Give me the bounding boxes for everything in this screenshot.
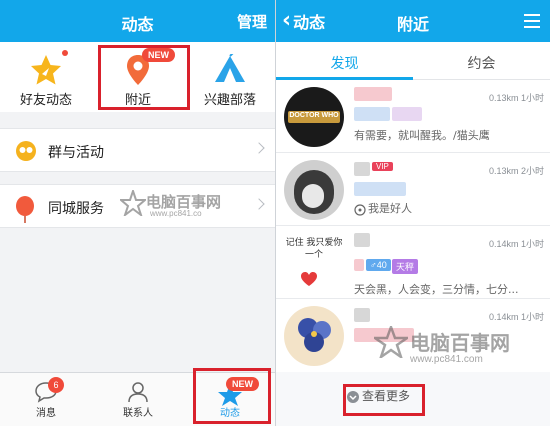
tab-messages-label: 消息 [36, 408, 56, 419]
active-tab-indicator [276, 77, 413, 80]
vip-badge: VIP [372, 162, 393, 171]
friend-feed-label: 好友动态 [19, 93, 72, 108]
list-item[interactable]: DOCTOR WHO 0.13km 1小时 有需要，就叫醒我。/猫头鹰 [276, 81, 550, 153]
watermark-url: www.pc841.co [150, 209, 202, 218]
distance-time: 0.14km 1小时 [488, 312, 544, 322]
watermark-star-icon [118, 187, 148, 220]
blurred-nickname [354, 87, 392, 101]
group-activity-icon [14, 140, 38, 166]
avatar-text: DOCTOR WHO [289, 112, 339, 119]
signature: 我是好人 [368, 202, 412, 215]
watermark-url: www.pc841.com [410, 354, 483, 365]
tab-discover[interactable]: 发现 [276, 53, 413, 73]
distance-time: 0.13km 2小时 [488, 166, 544, 176]
page-title: 动态 [121, 15, 154, 34]
right-header: ‹ 动态 附近 [276, 0, 550, 42]
status-icon [354, 201, 366, 220]
tab-contacts-label: 联系人 [123, 408, 153, 419]
distance-time: 0.13km 1小时 [488, 93, 544, 103]
highlight-box-load-more [343, 384, 425, 416]
interest-tribe-label: 兴趣部落 [203, 93, 256, 108]
distance-time: 0.14km 1小时 [488, 239, 544, 249]
blurred-tag [354, 182, 406, 196]
avatar [284, 306, 344, 366]
avatar [284, 160, 344, 220]
new-dot [62, 50, 68, 56]
tab-dating[interactable]: 约会 [413, 53, 550, 73]
chevron-right-icon [253, 198, 265, 210]
blurred-tag [354, 107, 390, 121]
unread-count-badge: 6 [48, 377, 64, 393]
highlight-box-nearby [98, 45, 190, 110]
avatar: DOCTOR WHO [284, 87, 344, 147]
left-header: 动态 管理 [0, 0, 275, 42]
tab-messages[interactable]: 6 消息 [0, 373, 92, 426]
watermark-title: 电脑百事网 [410, 331, 510, 355]
segment-tabs: 发现 约会 [276, 42, 550, 80]
avatar: 记住 我只爱你一个 [284, 233, 344, 293]
group-activity-label: 群与活动 [48, 145, 104, 161]
blurred-nickname [354, 162, 370, 176]
group-activity-row[interactable]: 群与活动 [0, 128, 275, 172]
manage-button[interactable]: 管理 [237, 11, 267, 32]
chevron-right-icon [253, 142, 265, 154]
watermark-star-icon [371, 323, 411, 362]
local-service-balloon-icon [14, 196, 36, 228]
page-title: 附近 [396, 15, 429, 34]
list-item[interactable]: 记住 我只爱你一个 ♂40 天秤 0.14km 1小时 天会黑，人会变，三分情，… [276, 227, 550, 299]
interest-tribe-button[interactable]: 兴趣部落 [184, 42, 275, 112]
list-item[interactable]: VIP 0.13km 2小时 我是好人 [276, 154, 550, 226]
tribe-tent-icon [213, 51, 247, 90]
right-screen: ‹ 动态 附近 发现 约会 DOCTOR WHO 0.13km 1小时 有需要，… [276, 0, 550, 426]
friend-feed-star-icon [29, 54, 63, 90]
friend-feed-button[interactable]: 好友动态 [0, 42, 92, 112]
blurred-nickname [354, 233, 370, 247]
tab-contacts[interactable]: 联系人 [92, 373, 184, 426]
avatar-text: 记住 我只爱你一个 [285, 238, 343, 260]
blurred-tag [392, 107, 422, 121]
left-screen: 动态 管理 好友动态 NEW 附近 兴趣部落 群与活动 同城服务 电脑百事网 w… [0, 0, 275, 426]
local-service-label: 同城服务 [48, 201, 104, 217]
gender-age-tag: ♂40 [366, 259, 391, 271]
signature: 天会黑，人会变，三分情，七分... [354, 283, 519, 296]
blurred-tag [354, 259, 364, 271]
zodiac-tag: 天秤 [392, 259, 419, 274]
blurred-nickname [354, 308, 370, 322]
highlight-box-feed-tab [193, 368, 271, 424]
menu-icon[interactable] [524, 14, 540, 28]
signature: 有需要，就叫醒我。/猫头鹰 [354, 129, 490, 142]
